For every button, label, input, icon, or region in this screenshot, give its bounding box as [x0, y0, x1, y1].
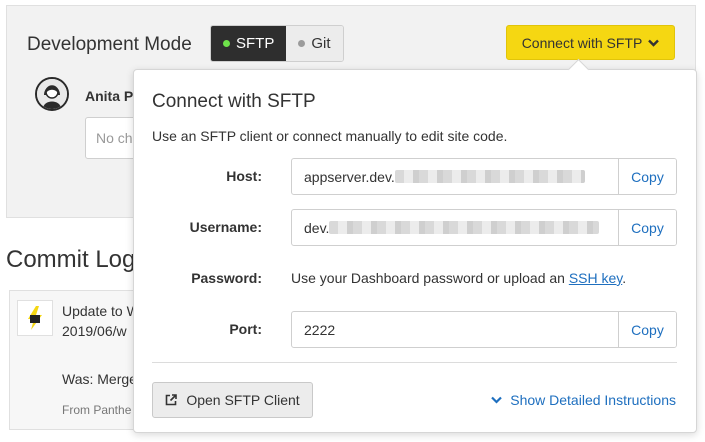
- avatar-icon: [35, 77, 69, 111]
- open-sftp-client-button[interactable]: Open SFTP Client: [152, 382, 313, 418]
- port-input[interactable]: 2222: [292, 312, 618, 347]
- port-field: 2222 Copy: [291, 311, 677, 348]
- host-label: Host:: [226, 168, 262, 184]
- connect-button-label: Connect with SFTP: [521, 34, 643, 51]
- host-input[interactable]: appserver.dev.: [292, 159, 618, 194]
- mode-sftp-label: SFTP: [236, 35, 275, 52]
- pantheon-bolt-icon: [17, 300, 53, 336]
- commit-line-2: 2019/06/w: [62, 323, 127, 339]
- password-suffix: .: [622, 270, 627, 286]
- password-label: Password:: [191, 270, 262, 286]
- username-field: dev. Copy: [291, 209, 677, 246]
- show-detailed-instructions-link[interactable]: Show Detailed Instructions: [491, 392, 676, 408]
- mode-git-button[interactable]: Git: [286, 26, 343, 61]
- connect-with-sftp-button[interactable]: Connect with SFTP: [506, 25, 675, 60]
- popover-title: Connect with SFTP: [152, 91, 316, 112]
- mode-toggle: SFTP Git: [210, 25, 344, 62]
- popover-description: Use an SFTP client or connect manually t…: [152, 128, 508, 144]
- host-copy-button[interactable]: Copy: [618, 159, 676, 194]
- commit-line-3: Was: Merge: [62, 371, 137, 387]
- password-text: Use your Dashboard password or upload an: [291, 270, 569, 286]
- redacted-username: [329, 221, 600, 234]
- redacted-host: [394, 170, 585, 183]
- connect-sftp-popover: Connect with SFTP Use an SFTP client or …: [133, 58, 697, 433]
- commit-line-1: Update to W: [62, 303, 140, 319]
- chevron-down-icon: [648, 36, 660, 50]
- active-dot-icon: [223, 40, 230, 47]
- commit-from: From Panthe: [62, 403, 132, 417]
- ssh-key-link[interactable]: SSH key: [569, 270, 622, 286]
- port-label: Port:: [229, 321, 262, 337]
- username-copy-button[interactable]: Copy: [618, 210, 676, 245]
- mode-sftp-button[interactable]: SFTP: [211, 26, 287, 61]
- dev-mode-title: Development Mode: [27, 34, 192, 55]
- password-instructions: Use your Dashboard password or upload an…: [291, 270, 626, 286]
- username-value: dev.: [304, 219, 330, 236]
- chevron-down-icon: [491, 396, 503, 404]
- divider: [152, 362, 677, 363]
- show-instructions-label: Show Detailed Instructions: [510, 392, 676, 408]
- mode-git-label: Git: [311, 35, 331, 52]
- host-field: appserver.dev. Copy: [291, 158, 677, 195]
- author-name: Anita P: [85, 88, 134, 104]
- host-value: appserver.dev.: [304, 168, 395, 185]
- inactive-dot-icon: [298, 40, 306, 47]
- open-sftp-client-label: Open SFTP Client: [186, 392, 300, 408]
- port-copy-button[interactable]: Copy: [618, 312, 676, 347]
- commit-log-title: Commit Log: [6, 246, 136, 273]
- username-label: Username:: [189, 219, 262, 235]
- external-link-icon: [165, 394, 178, 406]
- username-input[interactable]: dev.: [292, 210, 618, 245]
